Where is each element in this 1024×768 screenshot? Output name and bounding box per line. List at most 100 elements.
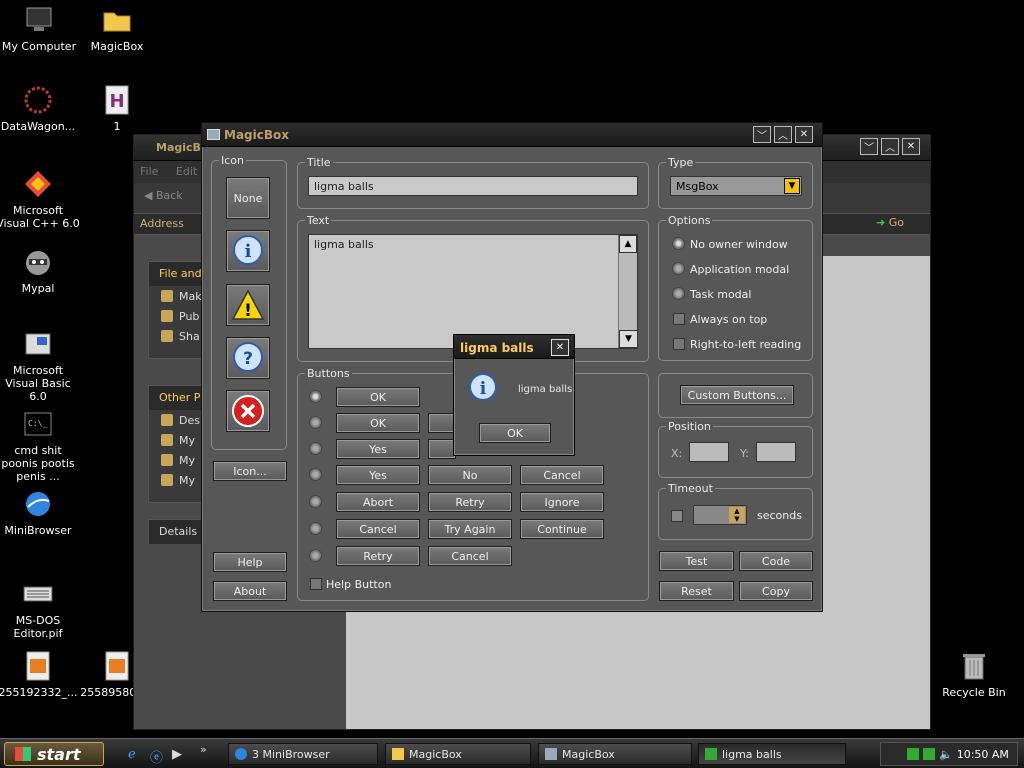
reset-button[interactable]: Reset: [659, 581, 734, 601]
tray-h-icon[interactable]: [923, 748, 935, 760]
desktop-icon-minibrowser[interactable]: MiniBrowser: [0, 488, 80, 537]
quicklaunch-overflow-icon[interactable]: »: [200, 743, 207, 756]
taskbar-item-magicbox-app[interactable]: MagicBox: [538, 743, 692, 765]
desktop-icon-1[interactable]: H 1: [75, 84, 159, 133]
preset-continue-button[interactable]: Continue: [520, 519, 604, 539]
preset-no-button[interactable]: No: [428, 465, 512, 485]
custom-buttons-button[interactable]: Custom Buttons...: [680, 385, 794, 405]
message-box-preview[interactable]: ligma balls ✕ i ligma balls OK: [453, 334, 575, 456]
icon-none-button[interactable]: None: [226, 177, 270, 219]
desktop-icon-msdos-editor[interactable]: MS-DOS Editor.pif: [0, 578, 80, 640]
option-rtl-checkbox[interactable]: [673, 338, 685, 350]
icon-browse-button[interactable]: Icon...: [213, 461, 287, 481]
message-box-close-button[interactable]: ✕: [551, 339, 569, 356]
icon-info-button[interactable]: i: [226, 230, 270, 272]
buttons-option-radio[interactable]: [309, 468, 322, 481]
scroll-down-icon[interactable]: ▼: [619, 330, 638, 348]
about-button[interactable]: About: [213, 581, 287, 601]
code-button[interactable]: Code: [739, 551, 813, 571]
pos-y-input[interactable]: [756, 442, 796, 462]
back-icon[interactable]: ◀: [144, 189, 152, 202]
preset-retry-button[interactable]: Retry: [336, 546, 420, 566]
preset-retry-button[interactable]: Retry: [428, 492, 512, 512]
preset-cancel-button[interactable]: [428, 413, 456, 433]
buttons-option-radio[interactable]: [309, 522, 322, 535]
message-box-ok-button[interactable]: OK: [479, 423, 551, 443]
buttons-option-radio[interactable]: [309, 549, 322, 562]
icon-warning-button[interactable]: !: [226, 284, 270, 326]
preset-cancel-button[interactable]: Cancel: [428, 546, 512, 566]
go-button[interactable]: ➜ Go: [876, 216, 904, 229]
pos-x-input[interactable]: [689, 442, 729, 462]
preset-cancel-button[interactable]: Cancel: [520, 465, 604, 485]
desktop-icon-magicbox[interactable]: MagicBox: [75, 4, 159, 53]
option-task-modal-radio[interactable]: [672, 287, 685, 300]
test-button[interactable]: Test: [659, 551, 734, 571]
preset-no-button[interactable]: [428, 439, 456, 459]
copy-button[interactable]: Copy: [739, 581, 813, 601]
scroll-up-icon[interactable]: ▲: [619, 235, 637, 253]
taskbar-item-ligma-balls[interactable]: ligma balls: [698, 743, 846, 765]
magicbox-title-bar[interactable]: MagicBox ﹀ ︿ ✕: [202, 123, 822, 147]
timeout-checkbox[interactable]: [671, 510, 683, 522]
option-always-on-top-checkbox[interactable]: [673, 313, 685, 325]
explorer-minimize-button[interactable]: ﹀: [860, 138, 878, 155]
back-button-label[interactable]: Back: [156, 189, 183, 202]
text-scrollbar[interactable]: ▲ ▼: [618, 235, 638, 348]
preset-ok-button[interactable]: OK: [336, 387, 420, 407]
buttons-option-radio[interactable]: [309, 442, 322, 455]
preset-yes-button[interactable]: Yes: [336, 465, 420, 485]
preset-ignore-button[interactable]: Ignore: [520, 492, 604, 512]
option-always-on-top-label[interactable]: Always on top: [690, 313, 767, 326]
help-button[interactable]: Help: [213, 552, 287, 572]
desktop-icon-image-1[interactable]: 255192332_...: [0, 650, 80, 699]
clock[interactable]: 10:50 AM: [957, 748, 1009, 761]
timeout-input[interactable]: ▲ ▼: [693, 505, 747, 525]
preset-abort-button[interactable]: Abort: [336, 492, 420, 512]
explorer-maximize-button[interactable]: ︿: [881, 138, 899, 155]
tray-h-icon[interactable]: [907, 748, 919, 760]
menu-file[interactable]: File: [140, 165, 158, 178]
volume-icon[interactable]: 🔈: [939, 748, 953, 761]
timeout-stepper[interactable]: ▲ ▼: [729, 507, 745, 523]
text-input[interactable]: ligma balls: [308, 234, 638, 349]
buttons-option-radio[interactable]: [309, 390, 322, 403]
menu-edit[interactable]: Edit: [176, 165, 197, 178]
option-application-modal-radio[interactable]: [672, 262, 685, 275]
media-player-icon[interactable]: ▶: [172, 747, 182, 762]
desktop-icon-vb[interactable]: Microsoft Visual Basic 6.0: [0, 328, 80, 403]
help-button-checkbox-label[interactable]: Help Button: [326, 578, 391, 591]
desktop-icon-mypal[interactable]: Mypal: [0, 246, 80, 295]
type-select[interactable]: MsgBox ▼: [670, 176, 802, 196]
message-box-title-bar[interactable]: ligma balls ✕: [454, 335, 574, 359]
option-rtl-label[interactable]: Right-to-left reading: [690, 338, 801, 351]
option-no-owner-radio[interactable]: [672, 237, 685, 250]
option-application-modal-label[interactable]: Application modal: [690, 263, 789, 276]
desktop-icon-recycle-bin[interactable]: Recycle Bin: [932, 650, 1016, 699]
icon-error-button[interactable]: [226, 390, 270, 432]
chevron-down-icon[interactable]: ▼: [784, 178, 800, 194]
preset-ok-button[interactable]: OK: [336, 413, 420, 433]
buttons-option-radio[interactable]: [309, 495, 322, 508]
preset-yes-button[interactable]: Yes: [336, 439, 420, 459]
help-button-checkbox[interactable]: [310, 578, 322, 590]
desktop-icon-my-computer[interactable]: My Computer: [0, 4, 81, 53]
start-button[interactable]: start: [4, 742, 104, 766]
magicbox-minimize-button[interactable]: ﹀: [753, 126, 771, 143]
icon-question-button[interactable]: ?: [226, 337, 270, 379]
desktop-icon-vcpp[interactable]: Microsoft Visual C++ 6.0: [0, 168, 80, 230]
taskbar-item-minibrowser[interactable]: 3 MiniBrowser: [228, 743, 378, 765]
magicbox-close-button[interactable]: ✕: [795, 126, 813, 143]
magicbox-maximize-button[interactable]: ︿: [774, 126, 792, 143]
browser-quicklaunch-icon[interactable]: ⓔ: [150, 747, 163, 766]
preset-cancel-button[interactable]: Cancel: [336, 519, 420, 539]
option-task-modal-label[interactable]: Task modal: [690, 288, 751, 301]
explorer-close-button[interactable]: ✕: [902, 138, 920, 155]
ie-icon[interactable]: ℯ: [128, 747, 136, 762]
desktop-icon-datawagon[interactable]: DataWagon...: [0, 84, 80, 133]
option-no-owner-label[interactable]: No owner window: [690, 238, 788, 251]
title-input[interactable]: ligma balls: [308, 176, 638, 196]
taskbar-item-magicbox-folder[interactable]: MagicBox: [385, 743, 531, 765]
desktop-icon-cmd[interactable]: C:\_ cmd shit poonis pootis penis ...: [0, 408, 80, 483]
preset-try-again-button[interactable]: Try Again: [428, 519, 512, 539]
